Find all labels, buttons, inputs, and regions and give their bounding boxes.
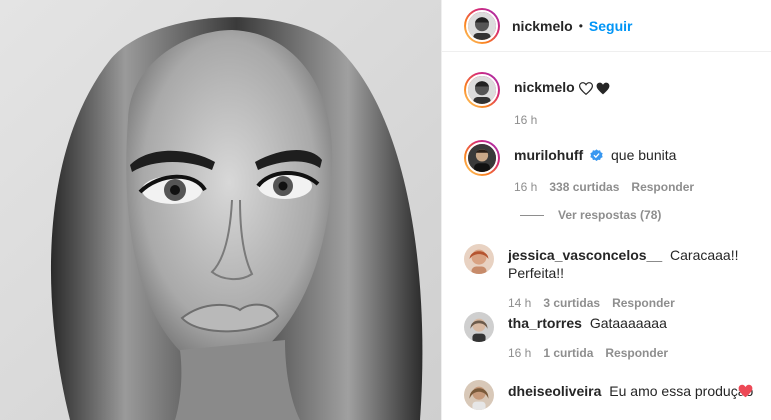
- comment-username[interactable]: dheiseoliveira: [508, 383, 601, 399]
- post-header: nickmelo • Seguir: [442, 0, 771, 52]
- comment-likes[interactable]: 338 curtidas: [549, 180, 619, 194]
- comment-text: Gataaaaaaa: [589, 315, 667, 331]
- reply-button[interactable]: Responder: [612, 296, 675, 310]
- comment-likes[interactable]: 1 curtida: [543, 346, 593, 360]
- comment-timestamp[interactable]: 14 h: [508, 296, 531, 310]
- comment-username[interactable]: jessica_vasconcelos__: [508, 247, 662, 263]
- comment-username[interactable]: tha_rtorres: [508, 315, 582, 331]
- comment-username[interactable]: murilohuff: [514, 147, 583, 163]
- heart-red-icon[interactable]: [738, 384, 753, 403]
- view-replies-dash: [520, 214, 544, 216]
- comment-likes[interactable]: 3 curtidas: [543, 296, 600, 310]
- verified-badge-icon: [590, 148, 603, 166]
- comment-text: que bunita: [611, 147, 677, 163]
- author-username[interactable]: nickmelo: [512, 18, 573, 34]
- follow-button[interactable]: Seguir: [589, 18, 633, 34]
- comment-timestamp[interactable]: 16 h: [514, 180, 537, 194]
- comment-timestamp[interactable]: 16 h: [508, 346, 531, 360]
- post-photo[interactable]: [0, 0, 441, 420]
- separator-dot: •: [578, 18, 583, 33]
- heart-outline-icon: [578, 81, 593, 99]
- view-replies-button[interactable]: Ver respostas (78): [520, 208, 661, 222]
- post-side-panel: nickmelo • Seguir nickmelo 16 h murilohu…: [441, 0, 771, 420]
- author-avatar[interactable]: [464, 7, 500, 44]
- view-replies-label: Ver respostas (78): [558, 208, 662, 222]
- heart-filled-black-icon: [596, 81, 610, 99]
- comment-item: tha_rtorres Gataaaaaaa 16 h 1 curtida Re…: [464, 312, 668, 360]
- comment-avatar[interactable]: [464, 380, 494, 410]
- reply-button[interactable]: Responder: [631, 180, 694, 194]
- reply-button[interactable]: Responder: [605, 346, 668, 360]
- comment-avatar[interactable]: [464, 140, 500, 176]
- comment-item: jessica_vasconcelos__ Caracaaa!! Perfeit…: [464, 244, 771, 310]
- caption-username[interactable]: nickmelo: [514, 79, 575, 95]
- comment-item: murilohuff que bunita 16 h 338 curtidas …: [464, 140, 694, 194]
- comment-avatar[interactable]: [464, 244, 494, 274]
- caption: nickmelo 16 h: [464, 72, 610, 127]
- caption-timestamp[interactable]: 16 h: [514, 113, 537, 127]
- comment-item: dheiseoliveira Eu amo essa produção: [464, 380, 753, 410]
- portrait-image: [0, 0, 441, 420]
- comment-avatar[interactable]: [464, 312, 494, 342]
- comment-text: Eu amo essa produção: [609, 383, 754, 399]
- caption-avatar[interactable]: [464, 72, 500, 108]
